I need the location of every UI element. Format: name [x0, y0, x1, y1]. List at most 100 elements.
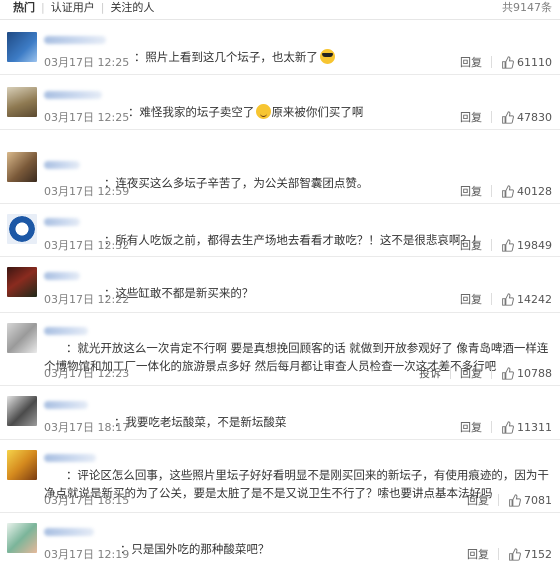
- like-count: 19849: [517, 238, 552, 252]
- username-blurred[interactable]: [44, 36, 106, 44]
- reply-button[interactable]: 回复: [460, 419, 482, 435]
- comment-item: ：照片上看到这几个坛子，也太新了 03月17日 12:25 回复 61110: [0, 20, 560, 75]
- comment-time: 03月17日 12:22: [44, 293, 130, 306]
- comment-actions: 回复 7081: [467, 492, 552, 508]
- avatar[interactable]: [7, 450, 37, 480]
- comment-time: 03月17日 18:17: [44, 421, 130, 434]
- thumbs-up-icon: [502, 55, 514, 69]
- username-blurred[interactable]: [44, 91, 102, 99]
- total-comment-count: 共9147条: [502, 1, 552, 14]
- comment-body: ：难怪我家的坛子卖空了: [127, 105, 255, 119]
- comment-time: 03月17日 18:15: [44, 494, 130, 507]
- like-button[interactable]: 7152: [508, 548, 552, 561]
- avatar[interactable]: [7, 152, 37, 182]
- tab-following[interactable]: 关注的人: [110, 0, 154, 16]
- like-button[interactable]: 7081: [508, 494, 552, 507]
- thumbs-up-icon: [502, 238, 514, 252]
- divider: [491, 293, 492, 305]
- comment-actions: 回复 11311: [460, 419, 552, 435]
- comment-item: ：难怪我家的坛子卖空了 原来被你们买了啊 03月17日 12:25 回复 4783…: [0, 75, 560, 130]
- comment-item: ：所有人吃饭之前，都得去生产场地去看看才敢吃？！这不是很悲哀啊？！ 03月17日…: [0, 204, 560, 257]
- avatar[interactable]: [7, 396, 37, 426]
- reply-button[interactable]: 回复: [460, 109, 482, 125]
- reply-button[interactable]: 回复: [467, 492, 489, 508]
- divider: [491, 367, 492, 379]
- comment-time: 03月17日 12:19: [44, 548, 130, 561]
- avatar[interactable]: [7, 267, 37, 297]
- like-count: 40128: [517, 184, 552, 198]
- thumbs-up-icon: [509, 493, 521, 507]
- comment-item: ：这些缸敢不都是新买来的？ 03月17日 12:22 回复 14242: [0, 257, 560, 313]
- comment-filter-tabs: 热门 | 认证用户 | 关注的人 共9147条: [0, 0, 560, 20]
- reply-button[interactable]: 回复: [460, 54, 482, 70]
- username-blurred[interactable]: [44, 401, 88, 409]
- comment-actions: 投诉 回复 10788: [419, 365, 552, 381]
- comment-body: ：只是国外吃的那种酸菜吧？: [119, 542, 270, 556]
- comment-actions: 回复 47830: [460, 109, 552, 125]
- reply-button[interactable]: 回复: [460, 183, 482, 199]
- tab-hot[interactable]: 热门: [13, 0, 35, 16]
- thumbs-up-icon: [502, 292, 514, 306]
- comment-body: ：照片上看到这几个坛子，也太新了: [133, 50, 318, 64]
- avatar[interactable]: [7, 87, 37, 117]
- avatar[interactable]: [7, 32, 37, 62]
- comment-actions: 回复 14242: [460, 291, 552, 307]
- comment-actions: 回复 61110: [460, 54, 552, 70]
- like-count: 11311: [517, 420, 552, 434]
- comment-body: ：连夜买这么多坛子辛苦了，为公关部智囊团点赞。: [103, 176, 369, 190]
- username-blurred[interactable]: [44, 272, 80, 280]
- thumbs-up-icon: [502, 110, 514, 124]
- comment-body-cont: 原来被你们买了啊: [271, 105, 364, 119]
- like-button[interactable]: 14242: [501, 293, 552, 306]
- divider: [491, 185, 492, 197]
- thumbs-up-icon: [502, 366, 514, 380]
- divider: [498, 494, 499, 506]
- comment-time: 03月17日 12:23: [44, 367, 130, 380]
- avatar[interactable]: [7, 323, 37, 353]
- like-button[interactable]: 10788: [501, 367, 552, 380]
- like-count: 7152: [524, 547, 552, 561]
- comment-item: ：评论区怎么回事，这些照片里坛子好好看明显不是刚买回来的新坛子，有使用痕迹的，因…: [0, 440, 560, 513]
- reply-button[interactable]: 回复: [467, 546, 489, 562]
- report-button[interactable]: 投诉: [419, 365, 441, 381]
- like-count: 47830: [517, 110, 552, 124]
- divider: [491, 111, 492, 123]
- thumbs-up-icon: [502, 420, 514, 434]
- like-count: 14242: [517, 292, 552, 306]
- tab-separator: |: [41, 1, 45, 14]
- comment-item: ：就光开放这么一次肯定不行啊 要是真想挽回顾客的话 就做到开放参观好了 像青岛啤…: [0, 313, 560, 386]
- divider: [491, 421, 492, 433]
- comment-actions: 回复 19849: [460, 237, 552, 253]
- tab-verified-users[interactable]: 认证用户: [51, 0, 95, 16]
- like-button[interactable]: 19849: [501, 239, 552, 252]
- divider: [498, 548, 499, 560]
- divider: [491, 239, 492, 251]
- divider: [450, 367, 451, 379]
- thumbs-up-icon: [502, 184, 514, 198]
- like-count: 10788: [517, 366, 552, 380]
- comment-time: 03月17日 12:59: [44, 185, 130, 198]
- sunglasses-emoji-icon: [319, 49, 335, 64]
- like-button[interactable]: 61110: [501, 56, 552, 69]
- like-button[interactable]: 40128: [501, 185, 552, 198]
- comment-actions: 回复 7152: [467, 546, 552, 562]
- comment-time: 03月17日 12:32: [44, 239, 130, 252]
- username-blurred[interactable]: [44, 218, 80, 226]
- comment-body: ：所有人吃饭之前，都得去生产场地去看看才敢吃？！这不是很悲哀啊？！: [103, 233, 484, 247]
- laughing-emoji-icon: [256, 104, 272, 119]
- username-blurred[interactable]: [44, 528, 94, 536]
- like-button[interactable]: 11311: [501, 421, 552, 434]
- reply-button[interactable]: 回复: [460, 365, 482, 381]
- comment-item: ：我要吃老坛酸菜，不是新坛酸菜 03月17日 18:17 回复 11311: [0, 386, 560, 440]
- avatar[interactable]: [7, 523, 37, 553]
- comment-item: ：连夜买这么多坛子辛苦了，为公关部智囊团点赞。 03月17日 12:59 回复 …: [0, 130, 560, 204]
- divider: [491, 56, 492, 68]
- reply-button[interactable]: 回复: [460, 291, 482, 307]
- comment-text: ：评论区怎么回事，这些照片里坛子好好看明显不是刚买回来的新坛子，有使用痕迹的，因…: [44, 448, 552, 520]
- comment-actions: 回复 40128: [460, 183, 552, 199]
- avatar[interactable]: [7, 214, 37, 244]
- like-button[interactable]: 47830: [501, 111, 552, 124]
- username-blurred[interactable]: [44, 161, 80, 169]
- reply-button[interactable]: 回复: [460, 237, 482, 253]
- comment-text: ：就光开放这么一次肯定不行啊 要是真想挽回顾客的话 就做到开放参观好了 像青岛啤…: [44, 321, 552, 393]
